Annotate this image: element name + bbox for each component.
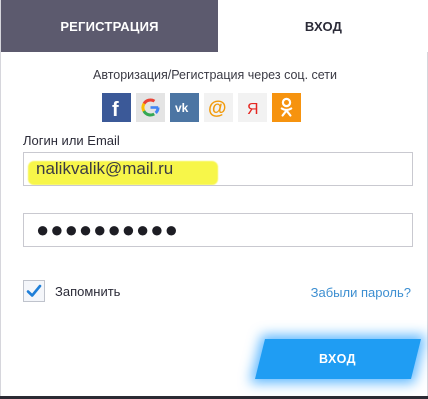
svg-text:vk: vk: [175, 101, 189, 115]
facebook-button[interactable]: f: [102, 93, 131, 122]
remember-me: Запомнить: [23, 280, 120, 302]
tab-login[interactable]: ВХОД: [218, 0, 428, 52]
login-submit-label: ВХОД: [319, 352, 357, 366]
remember-checkbox[interactable]: [23, 280, 45, 302]
checkmark-icon: [26, 284, 42, 297]
vk-icon: vk: [175, 101, 189, 115]
odnoklassniki-icon: [280, 97, 293, 117]
odnoklassniki-button[interactable]: [272, 93, 301, 122]
google-button[interactable]: [136, 93, 165, 122]
facebook-icon: f: [112, 99, 119, 121]
password-input[interactable]: [23, 213, 413, 247]
social-buttons: f vk @ Я: [102, 93, 301, 122]
auth-tabs: РЕГИСТРАЦИЯ ВХОД: [1, 0, 428, 52]
mailru-icon: @: [208, 98, 227, 119]
login-field-label: Логин или Email: [23, 133, 120, 148]
remember-label: Запомнить: [55, 283, 121, 299]
svg-text:f: f: [112, 99, 119, 121]
google-icon: [141, 98, 160, 117]
mailru-button[interactable]: @: [204, 93, 233, 122]
tab-register[interactable]: РЕГИСТРАЦИЯ: [1, 0, 218, 52]
svg-text:Я: Я: [247, 101, 259, 118]
forgot-password-link[interactable]: Забыли пароль?: [311, 285, 411, 300]
login-panel: РЕГИСТРАЦИЯ ВХОД Авторизация/Регистрация…: [0, 0, 428, 399]
tab-login-label: ВХОД: [304, 18, 343, 34]
login-email-input[interactable]: [23, 152, 413, 186]
social-caption: Авторизация/Регистрация через соц. сети: [92, 68, 338, 82]
login-submit-button[interactable]: ВХОД: [255, 339, 421, 379]
yandex-button[interactable]: Я: [238, 93, 267, 122]
yandex-icon: Я: [247, 101, 259, 118]
vk-button[interactable]: vk: [170, 93, 199, 122]
tab-register-label: РЕГИСТРАЦИЯ: [60, 18, 159, 34]
svg-text:@: @: [208, 98, 227, 119]
